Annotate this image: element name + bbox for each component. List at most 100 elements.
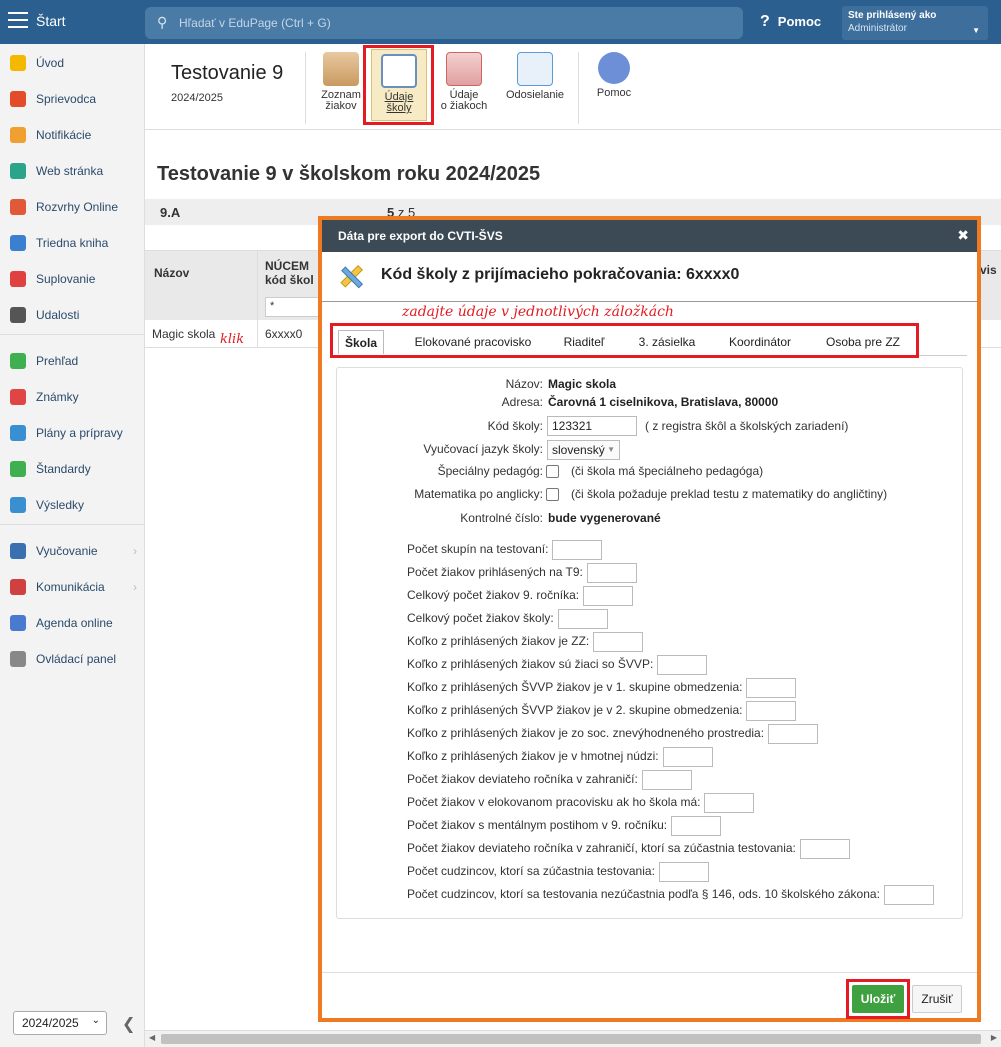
control-number-label: Kontrolné číslo: [460, 511, 543, 525]
count-field-input[interactable] [558, 609, 608, 629]
help-link[interactable]: ? Pomoc [760, 13, 821, 31]
count-field-input[interactable] [642, 770, 692, 790]
sidebar-item[interactable]: Triedna kniha [0, 226, 145, 260]
count-field-input[interactable] [663, 747, 713, 767]
sidebar-item[interactable]: Ovládací panel [0, 642, 145, 676]
count-field-input[interactable] [552, 540, 602, 560]
school-year-select[interactable]: 2024/2025 ⌄ [13, 1011, 107, 1035]
sidebar-item[interactable]: Notifikácie [0, 118, 145, 152]
sidebar: Úvod Sprievodca Notifikácie Web stránka Rozv… [0, 44, 145, 1047]
count-field-label: Počet skupín na testovaní: [407, 542, 549, 556]
count-field-label: Počet žiakov prihlásených na T9: [407, 565, 583, 579]
collapse-sidebar-icon[interactable]: ❮ [122, 1014, 135, 1034]
sidebar-item[interactable]: Rozvrhy Online [0, 190, 145, 224]
column-header-name[interactable]: Názov [154, 266, 189, 280]
sidebar-divider [0, 524, 145, 525]
pen-icon [10, 615, 26, 631]
special-pedagogue-label: Špeciálny pedagóg: [437, 464, 543, 478]
count-field-label: Koľko z prihlásených žiakov je v hmotnej… [407, 749, 659, 763]
sidebar-item[interactable]: Sprievodca [0, 82, 145, 116]
count-field-input[interactable] [746, 678, 796, 698]
count-field-input[interactable] [704, 793, 754, 813]
sidebar-item[interactable]: Štandardy [0, 452, 145, 486]
sidebar-item[interactable]: Plány a prípravy [0, 416, 145, 450]
sidebar-item[interactable]: Prehľad [0, 344, 145, 378]
sidebar-item-label: Sprievodca [36, 92, 97, 106]
chevron-right-icon: › [133, 544, 137, 558]
count-field-input[interactable] [587, 563, 637, 583]
count-field-input[interactable] [593, 632, 643, 652]
school-code-note: ( z registra škôl a školských zariadení) [645, 419, 849, 433]
name-value: Magic skola [548, 377, 617, 391]
school-code-cell: 6xxxx0 [265, 327, 303, 341]
count-field-label: Koľko z prihlásených žiakov je zo soc. z… [407, 726, 765, 740]
sidebar-item-label: Vyučovanie [36, 544, 98, 558]
page-header-title: Testovanie 9 [171, 62, 284, 84]
sidebar-item[interactable]: Výsledky [0, 488, 145, 522]
question-icon: ? [760, 13, 770, 30]
sidebar-item[interactable]: Úvod [0, 46, 145, 80]
search-input[interactable] [177, 13, 717, 33]
sidebar-item-label: Web stránka [36, 164, 104, 178]
count-field-input[interactable] [800, 839, 850, 859]
students-icon [323, 52, 359, 86]
count-field-input[interactable] [746, 701, 796, 721]
user-role: Administrátor [848, 23, 907, 34]
sidebar-item[interactable]: Suplovanie [0, 262, 145, 296]
language-select[interactable]: slovenský ▼ [547, 440, 620, 460]
count-field-input[interactable] [583, 586, 633, 606]
language-label: Vyučovací jazyk školy: [423, 442, 543, 456]
scrollbar-thumb[interactable] [161, 1034, 981, 1044]
column-divider [257, 251, 258, 321]
grade-icon [10, 389, 26, 405]
toolbar-student-data-button[interactable]: Údaje o žiakoch [436, 52, 492, 112]
search-box[interactable]: ⚲ [145, 7, 743, 39]
column-header-nucem[interactable]: NÚCEM kód škol [265, 259, 314, 287]
hamburger-menu-icon[interactable] [8, 12, 28, 28]
start-link[interactable]: Štart [36, 13, 66, 29]
count-field-input[interactable] [659, 862, 709, 882]
caret-down-icon: ▼ [972, 26, 980, 35]
scroll-right-icon[interactable]: ▶ [991, 1033, 997, 1042]
toolbar-help-button[interactable]: Pomoc [590, 52, 638, 99]
calendar-icon [10, 307, 26, 323]
sidebar-item[interactable]: Web stránka [0, 154, 145, 188]
dialog-heading: Kód školy z prijímacieho pokračovania: 6… [322, 252, 977, 302]
sidebar-item[interactable]: Známky [0, 380, 145, 414]
sidebar-item[interactable]: Udalosti [0, 298, 145, 332]
send-arrow-icon [517, 52, 553, 86]
chat-icon [10, 579, 26, 595]
count-field-input[interactable] [671, 816, 721, 836]
close-icon[interactable]: ✖ [957, 227, 969, 244]
sidebar-divider [0, 334, 145, 335]
count-field-input[interactable] [768, 724, 818, 744]
school-code-input[interactable] [547, 416, 637, 436]
help-label: Pomoc [777, 14, 822, 29]
book-icon [10, 235, 26, 251]
top-bar: Štart ⚲ ? Pomoc Ste prihlásený ako Admini… [0, 0, 1001, 44]
special-pedagogue-checkbox[interactable] [546, 465, 559, 478]
toolbar-label: Odosielanie [505, 89, 565, 101]
toolbar-student-list-button[interactable]: Zoznam žiakov [318, 52, 364, 112]
sidebar-item[interactable]: Komunikácia › [0, 570, 145, 604]
math-english-checkbox[interactable] [546, 488, 559, 501]
column-filter-input[interactable]: * [265, 297, 325, 317]
sidebar-item[interactable]: Agenda online [0, 606, 145, 640]
sidebar-item-label: Výsledky [36, 498, 85, 512]
horizontal-scrollbar[interactable]: ◀ ▶ [145, 1030, 1001, 1047]
sidebar-item[interactable]: Vyučovanie › [0, 534, 145, 568]
cancel-button[interactable]: Zrušiť [912, 985, 962, 1013]
school-name-cell[interactable]: Magic skola [152, 327, 215, 341]
sidebar-item-label: Rozvrhy Online [36, 200, 119, 214]
count-field-label: Koľko z prihlásených žiakov sú žiaci so … [407, 657, 654, 671]
search-icon: ⚲ [157, 14, 168, 30]
count-field-input[interactable] [884, 885, 934, 905]
user-menu[interactable]: Ste prihlásený ako Administrátor ▼ [842, 6, 988, 40]
count-field-input[interactable] [657, 655, 707, 675]
scroll-left-icon[interactable]: ◀ [149, 1033, 155, 1042]
toolbar-send-button[interactable]: Odosielanie [500, 52, 570, 101]
school-form-panel: Názov: Magic skola Adresa: Čarovná 1 cis… [336, 367, 963, 919]
count-field-label: Počet cudzincov, ktorí sa testovania nez… [407, 887, 880, 901]
count-field-label: Celkový počet žiakov 9. ročníka: [407, 588, 580, 602]
wand-icon [10, 91, 26, 107]
